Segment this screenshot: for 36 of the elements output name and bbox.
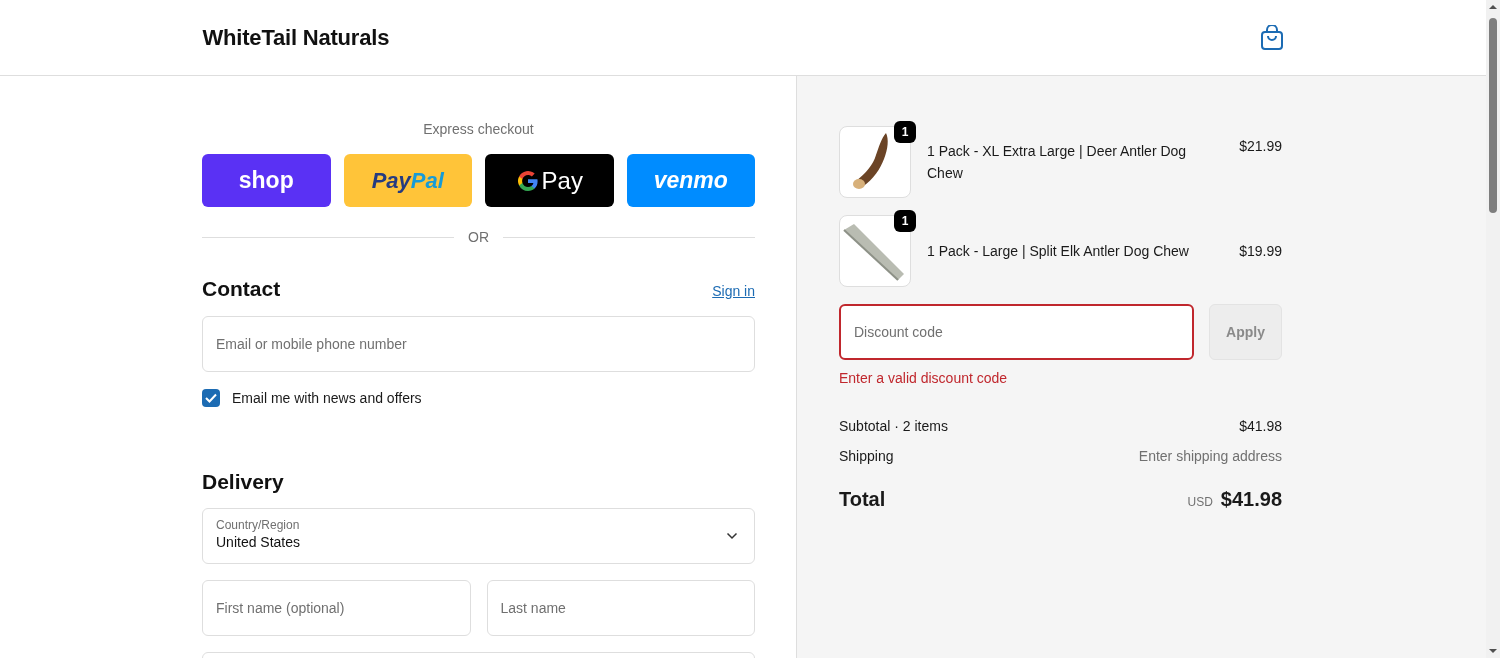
- product-name: 1 Pack - XL Extra Large | Deer Antler Dog Chew: [927, 142, 1188, 183]
- shop-pay-button[interactable]: shop: [202, 154, 331, 207]
- product-price: $21.99: [1239, 138, 1282, 154]
- shipping-label: Shipping: [839, 448, 894, 464]
- express-checkout-title: Express checkout: [422, 121, 535, 137]
- store-name[interactable]: WhiteTail Naturals: [202, 24, 390, 51]
- currency-code: USD: [1187, 495, 1213, 509]
- quantity-badge: 1: [894, 210, 916, 232]
- antler-product-image: [839, 126, 911, 198]
- contact-heading: Contact: [202, 277, 281, 301]
- subtotal-label: Subtotal · 2 items: [839, 418, 948, 434]
- sign-in-link[interactable]: Sign in: [712, 283, 755, 299]
- country-select[interactable]: Country/Region United States: [202, 508, 755, 564]
- g-logo-icon: [515, 168, 540, 193]
- product-name: 1 Pack - Large | Split Elk Antler Dog Chew: [927, 242, 1190, 261]
- subtotal-value: $41.98: [1239, 418, 1282, 434]
- google-pay-button[interactable]: Pay: [485, 154, 614, 207]
- antler-product-image: [839, 215, 911, 287]
- total-label: Total: [839, 488, 886, 511]
- last-name-field[interactable]: Last name: [486, 580, 755, 636]
- paypal-button[interactable]: PayPal: [343, 154, 472, 207]
- chevron-down-icon: [726, 532, 738, 540]
- shopping-bag-icon[interactable]: [1259, 24, 1284, 51]
- discount-error-message: Enter a valid discount code: [839, 370, 1009, 386]
- total-value: $41.98: [1220, 488, 1282, 511]
- or-divider-label: OR: [468, 229, 489, 245]
- product-price: $19.99: [1239, 243, 1282, 259]
- email-field[interactable]: Email or mobile phone number: [202, 316, 755, 372]
- first-name-field[interactable]: First name (optional): [202, 580, 471, 636]
- newsletter-label: Email me with news and offers: [232, 390, 422, 406]
- venmo-button[interactable]: venmo: [626, 154, 755, 207]
- newsletter-checkbox[interactable]: [202, 389, 220, 407]
- shipping-value: Enter shipping address: [1138, 448, 1282, 464]
- delivery-heading: Delivery: [202, 470, 285, 494]
- discount-code-field[interactable]: Discount code: [839, 304, 1194, 360]
- quantity-badge: 1: [894, 121, 916, 143]
